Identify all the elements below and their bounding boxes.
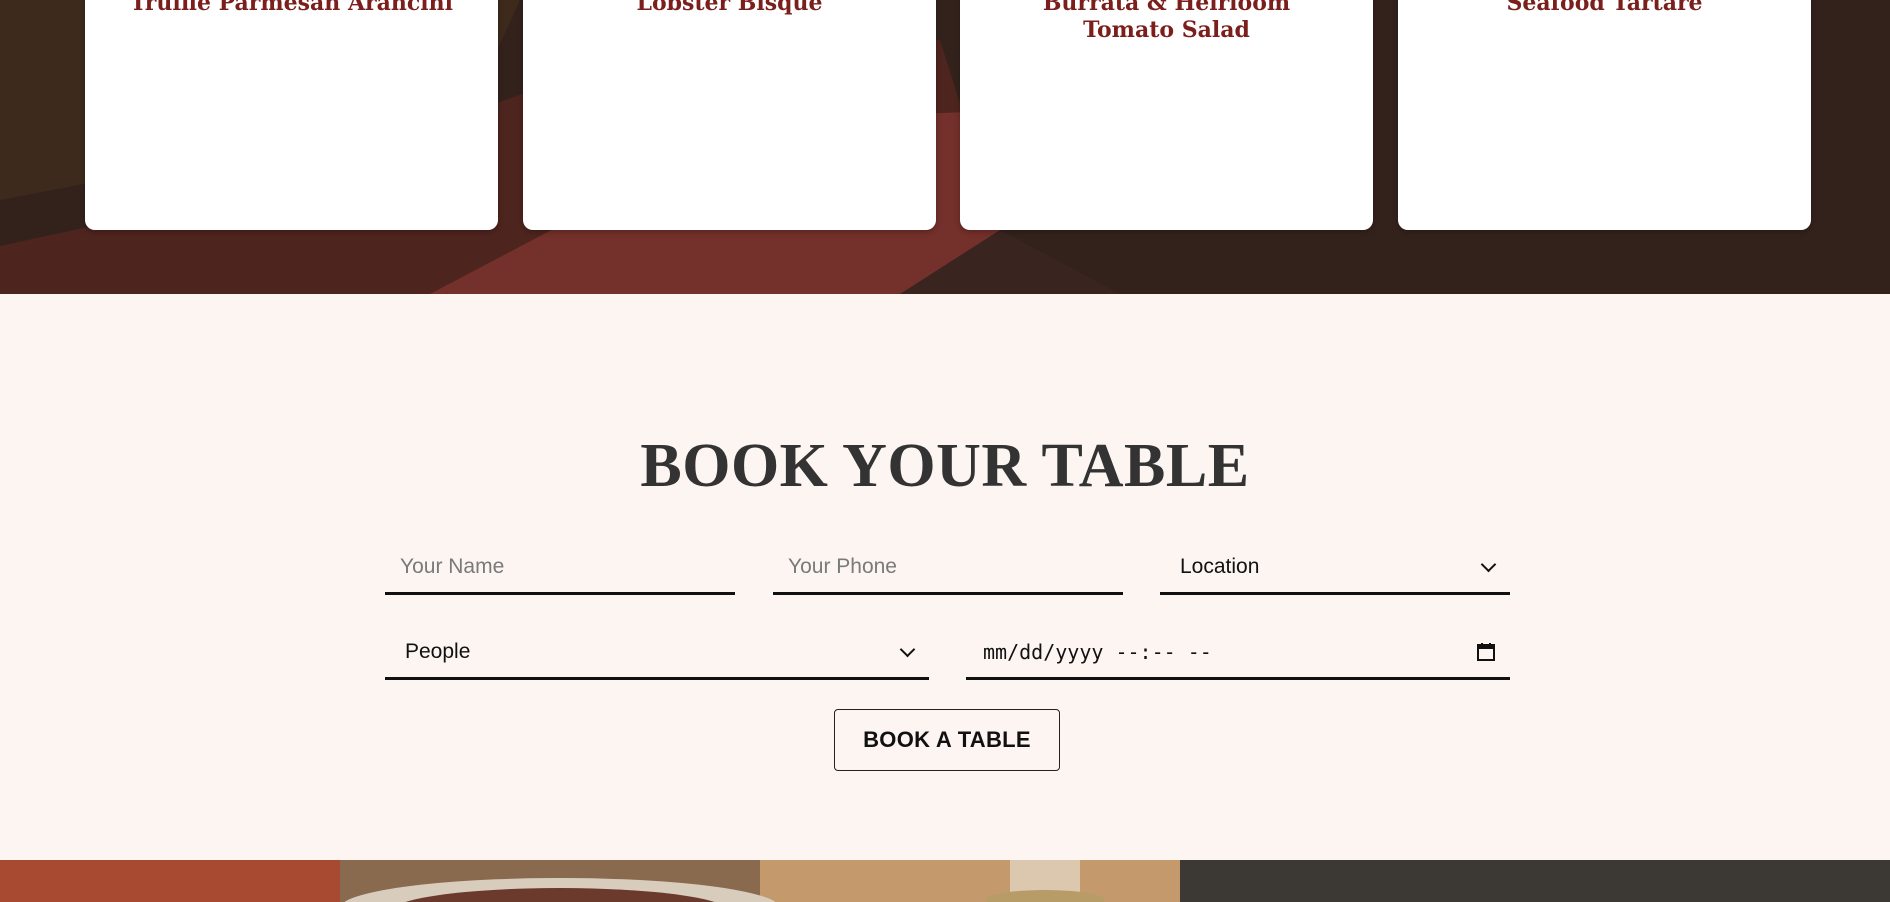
- dish-title: Seafood Tartare: [1506, 0, 1703, 16]
- dish-card[interactable]: Lobster Bisque: [523, 0, 936, 230]
- dish-title: Lobster Bisque: [636, 0, 823, 16]
- booking-title: BOOK YOUR TABLE: [640, 432, 1250, 500]
- dish-title: Truffle Parmesan Arancini: [130, 0, 453, 16]
- chevron-down-icon: [899, 641, 916, 657]
- book-table-button[interactable]: BOOK A TABLE: [834, 709, 1060, 771]
- chevron-down-icon: [1480, 556, 1497, 572]
- dish-card[interactable]: Seafood Tartare: [1398, 0, 1811, 230]
- food-photo-strip: [0, 860, 1890, 902]
- dish-title: Burrata & Heirloom Tomato Salad: [1042, 0, 1291, 43]
- name-input[interactable]: [385, 541, 735, 595]
- people-select[interactable]: People: [385, 626, 929, 680]
- calendar-icon[interactable]: [1476, 642, 1496, 662]
- food-photo-image: [0, 860, 1890, 902]
- location-select-value: Location: [1180, 554, 1260, 578]
- dish-card[interactable]: Truffle Parmesan Arancini: [85, 0, 498, 230]
- featured-dishes-section: Truffle Parmesan Arancini Lobster Bisque…: [0, 0, 1890, 294]
- datetime-placeholder: mm/dd/yyyy --:-- --: [983, 639, 1212, 664]
- location-select[interactable]: Location: [1160, 541, 1510, 595]
- booking-section: BOOK YOUR TABLE Location People mm/dd/yy…: [0, 294, 1890, 860]
- datetime-input[interactable]: mm/dd/yyyy --:-- --: [966, 626, 1510, 680]
- people-select-value: People: [405, 639, 471, 663]
- dish-card[interactable]: Burrata & Heirloom Tomato Salad: [960, 0, 1373, 230]
- phone-input[interactable]: [773, 541, 1123, 595]
